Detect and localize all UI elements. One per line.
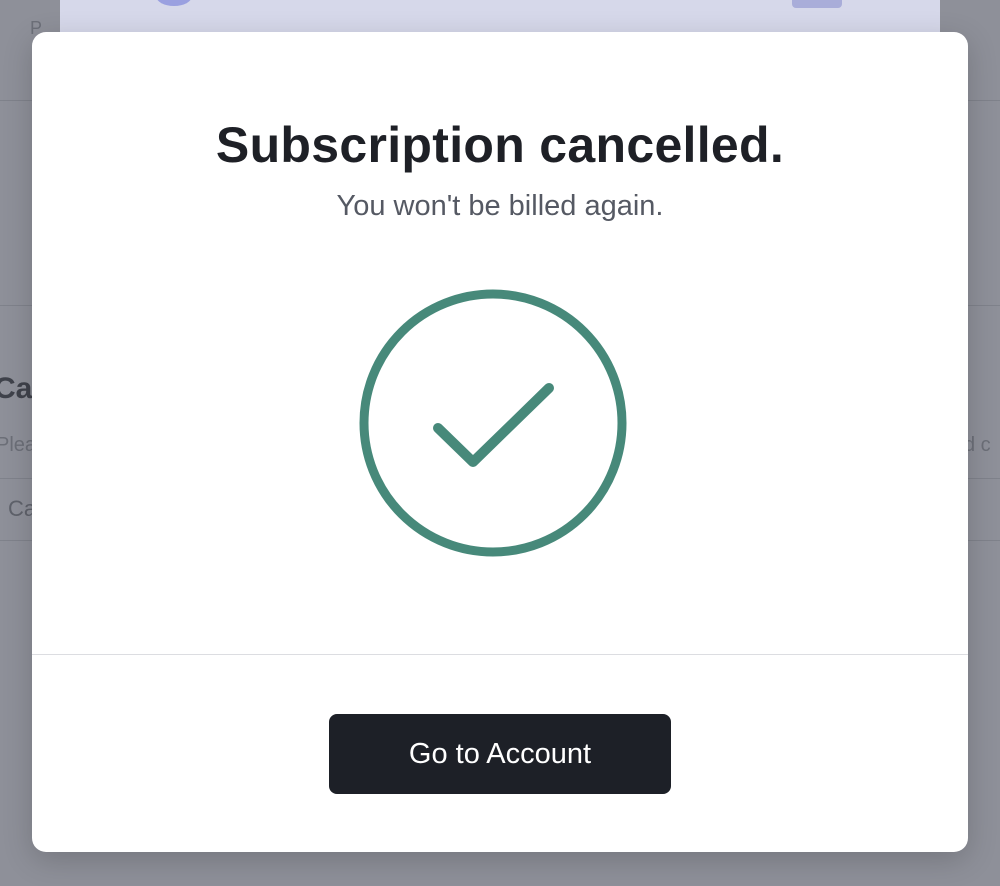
check-mark: [433, 383, 554, 467]
cancellation-confirmation-dialog: Subscription cancelled. You won't be bil…: [32, 32, 968, 852]
check-circle-ring: [359, 289, 627, 557]
background-section-description-end: d c: [964, 434, 991, 456]
background-badge: [792, 0, 842, 8]
check-circle-icon: [359, 289, 627, 557]
background-section-heading: Ca: [0, 372, 33, 405]
go-to-account-button[interactable]: Go to Account: [329, 714, 671, 794]
dialog-subtitle: You won't be billed again.: [336, 190, 664, 222]
background-avatar: [156, 0, 192, 6]
dialog-divider: [32, 654, 968, 655]
dialog-title: Subscription cancelled.: [215, 117, 785, 173]
background-header-bar: [60, 0, 940, 32]
background-section-description: Plea: [0, 434, 37, 456]
